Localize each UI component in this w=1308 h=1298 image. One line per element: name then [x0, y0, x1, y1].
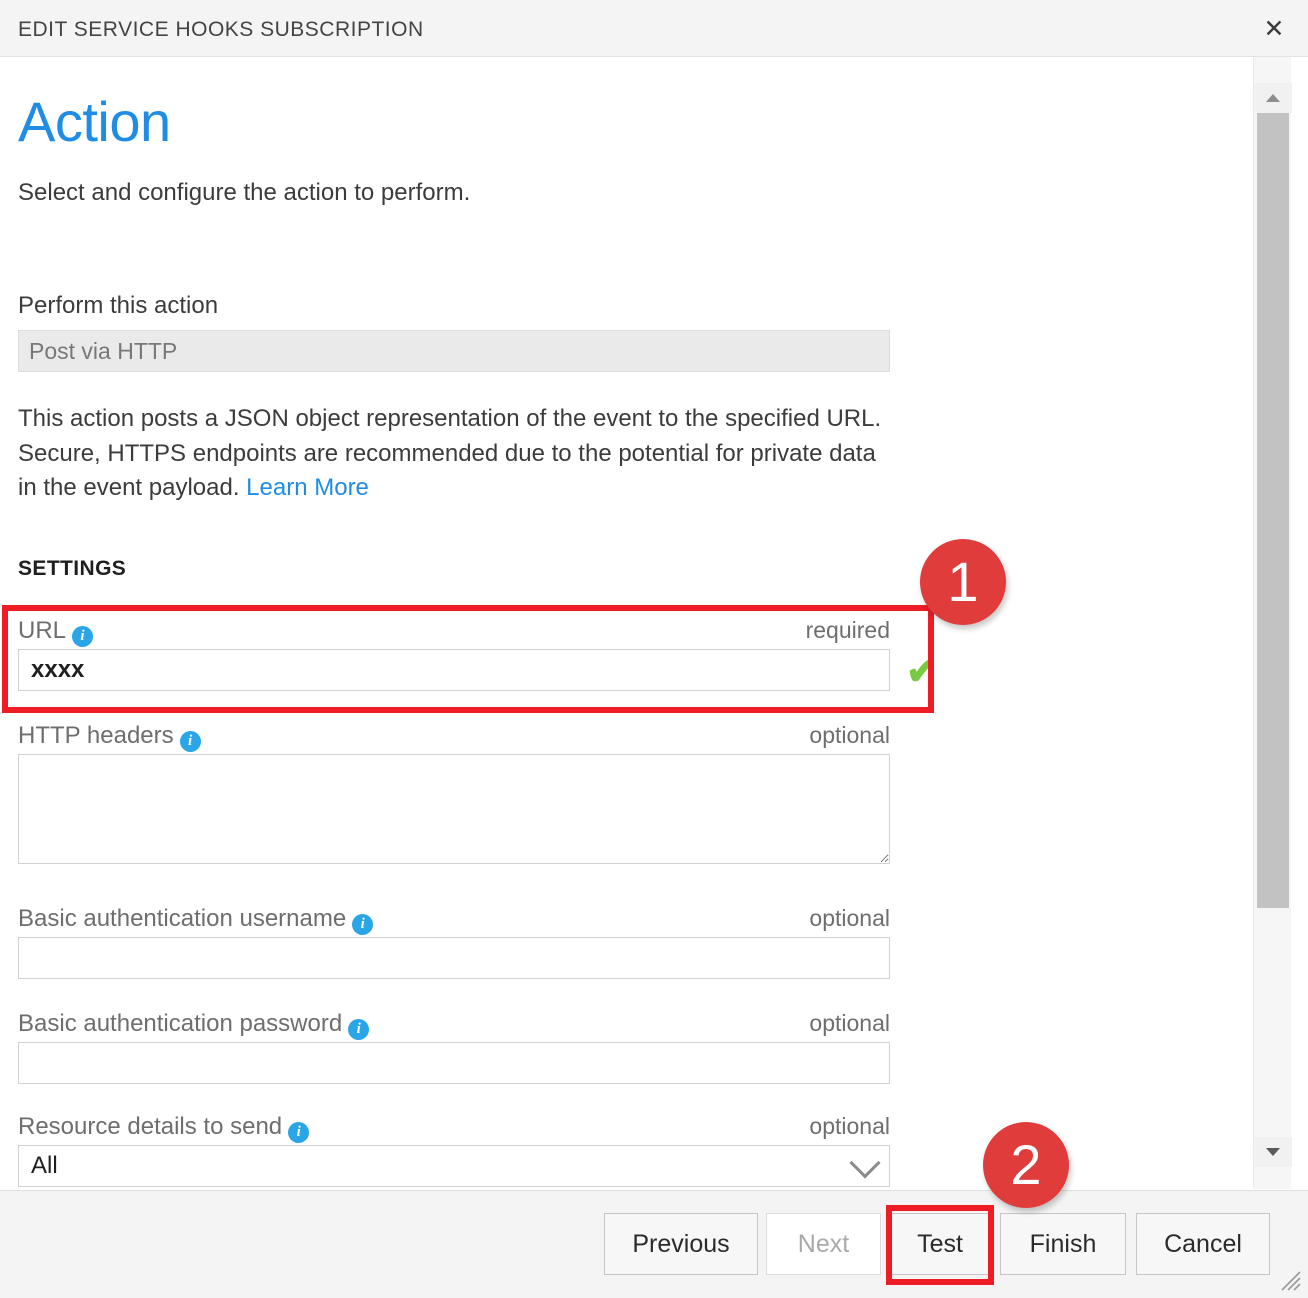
page-subtitle: Select and configure the action to perfo…	[18, 179, 470, 207]
scroll-down-arrow-icon[interactable]	[1254, 1137, 1292, 1167]
cancel-button[interactable]: Cancel	[1136, 1213, 1270, 1275]
field-basic-auth-username-header: Basic authentication username i optional	[18, 905, 890, 937]
perform-action-label: Perform this action	[18, 292, 218, 320]
test-button[interactable]: Test	[890, 1213, 990, 1275]
field-basic-auth-username-requirement: optional	[809, 905, 890, 932]
settings-heading: SETTINGS	[18, 557, 126, 581]
field-url-header: URL i required	[18, 617, 890, 649]
field-resource-details-requirement: optional	[809, 1113, 890, 1140]
perform-action-select: Post via HTTP	[18, 330, 890, 372]
info-icon[interactable]: i	[352, 914, 373, 935]
field-http-headers-label: HTTP headers	[18, 722, 174, 749]
previous-button[interactable]: Previous	[604, 1213, 758, 1275]
close-icon[interactable]: ✕	[1258, 13, 1290, 45]
field-basic-auth-username-label: Basic authentication username	[18, 905, 346, 932]
scroll-up-arrow-icon[interactable]	[1254, 83, 1292, 113]
learn-more-link[interactable]: Learn More	[246, 474, 369, 501]
page-title: Action	[18, 94, 171, 150]
next-button: Next	[766, 1213, 881, 1275]
arrow-up-glyph	[1266, 94, 1280, 102]
dialog-title: EDIT SERVICE HOOKS SUBSCRIPTION	[18, 18, 424, 42]
field-basic-auth-password: Basic authentication password i optional	[18, 1010, 890, 1084]
scrollbar-thumb[interactable]	[1257, 113, 1289, 908]
dialog-content-pane: Action Select and configure the action t…	[0, 57, 1252, 1189]
action-description: This action posts a JSON object represen…	[18, 402, 898, 506]
info-icon[interactable]: i	[180, 731, 201, 752]
finish-button[interactable]: Finish	[1000, 1213, 1126, 1275]
field-resource-details-header: Resource details to send i optional	[18, 1113, 890, 1145]
info-icon[interactable]: i	[348, 1019, 369, 1040]
resource-details-value: All	[18, 1145, 890, 1187]
field-http-headers: HTTP headers i optional	[18, 722, 890, 869]
field-basic-auth-password-label: Basic authentication password	[18, 1010, 342, 1037]
action-description-text: This action posts a JSON object represen…	[18, 405, 881, 501]
field-http-headers-requirement: optional	[809, 722, 890, 749]
field-basic-auth-username: Basic authentication username i optional	[18, 905, 890, 979]
field-http-headers-header: HTTP headers i optional	[18, 722, 890, 754]
field-url-requirement: required	[806, 617, 890, 644]
field-basic-auth-password-requirement: optional	[809, 1010, 890, 1037]
http-headers-textarea[interactable]	[18, 754, 890, 864]
field-basic-auth-password-header: Basic authentication password i optional	[18, 1010, 890, 1042]
content-right-margin	[1292, 57, 1308, 1189]
valid-check-icon: ✔	[906, 653, 938, 691]
arrow-down-glyph	[1266, 1148, 1280, 1156]
edit-service-hooks-subscription-dialog: EDIT SERVICE HOOKS SUBSCRIPTION ✕ Action…	[0, 0, 1308, 1298]
field-resource-details: Resource details to send i optional All	[18, 1113, 890, 1187]
resource-details-select[interactable]: All	[18, 1145, 890, 1187]
url-input[interactable]	[18, 649, 890, 691]
field-resource-details-label: Resource details to send	[18, 1113, 282, 1140]
dialog-titlebar: EDIT SERVICE HOOKS SUBSCRIPTION ✕	[0, 0, 1308, 57]
info-icon[interactable]: i	[72, 626, 93, 647]
field-url: URLi required ✔	[18, 617, 890, 691]
field-url-label: URL	[18, 617, 66, 644]
resize-grip-icon[interactable]	[1276, 1266, 1302, 1292]
dialog-footer: Previous Next Test Finish Cancel	[0, 1190, 1308, 1298]
basic-auth-username-input[interactable]	[18, 937, 890, 979]
vertical-scrollbar[interactable]	[1253, 57, 1291, 1189]
basic-auth-password-input[interactable]	[18, 1042, 890, 1084]
info-icon[interactable]: i	[288, 1122, 309, 1143]
